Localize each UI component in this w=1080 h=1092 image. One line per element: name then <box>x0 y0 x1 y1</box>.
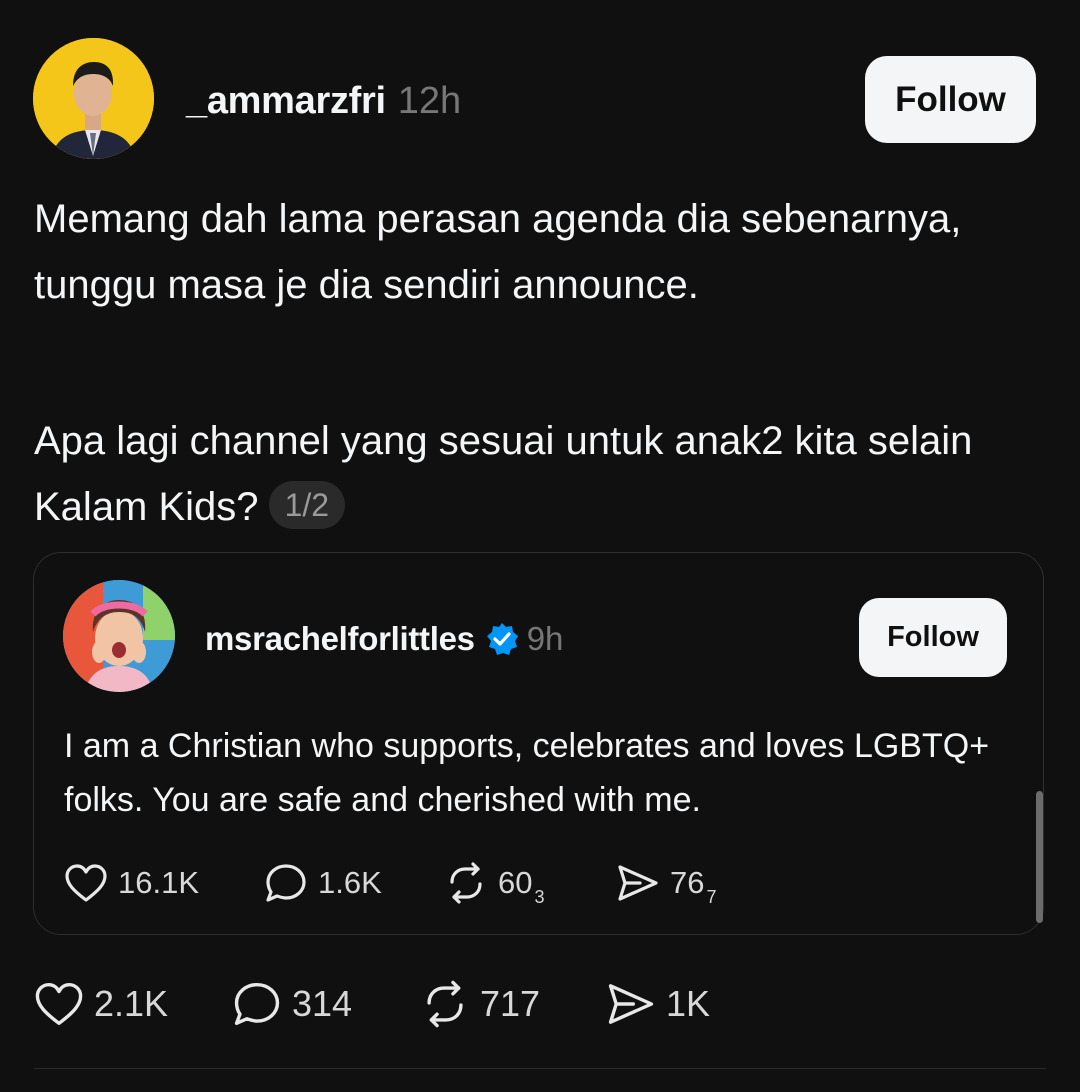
comment-icon <box>234 982 280 1026</box>
share-count: 1K <box>666 983 711 1024</box>
reply-count: 314 <box>292 983 353 1024</box>
repost-button[interactable]: 717 <box>420 980 606 1028</box>
quoted-reply-count: 1.6K <box>318 865 382 900</box>
heart-icon <box>35 982 83 1026</box>
quoted-post-text: I am a Christian who supports, celebrate… <box>64 727 990 819</box>
quoted-author-username[interactable]: msrachelforlittles <box>205 620 475 658</box>
quoted-share-count-suffix: 7 <box>706 886 717 907</box>
author-username[interactable]: _ammarzfri <box>186 80 386 123</box>
quoted-follow-button[interactable]: Follow <box>859 598 1007 677</box>
author-row: _ammarzfri 12h <box>186 74 461 128</box>
quoted-share-button[interactable]: 76 7 <box>616 863 756 907</box>
follow-button[interactable]: Follow <box>865 56 1036 143</box>
quoted-share-count: 76 <box>670 865 705 900</box>
repost-icon <box>427 980 463 1028</box>
like-button[interactable]: 2.1K <box>34 981 232 1027</box>
avatar-portrait-icon <box>33 38 154 159</box>
author-avatar[interactable] <box>33 38 154 159</box>
quoted-like-count: 16.1K <box>118 865 200 900</box>
reply-button[interactable]: 314 <box>232 980 420 1028</box>
verified-badge-icon <box>486 623 518 655</box>
post-paragraph-2-text: Apa lagi channel yang sesuai untuk anak2… <box>34 419 973 529</box>
post-paragraph-2: Apa lagi channel yang sesuai untuk anak2… <box>34 408 1034 540</box>
like-count: 2.1K <box>94 983 169 1024</box>
comment-icon <box>266 864 306 902</box>
repost-count: 717 <box>480 983 541 1024</box>
quoted-post-timestamp: 9h <box>526 620 564 657</box>
post-timestamp: 12h <box>397 79 462 122</box>
quoted-repost-button[interactable]: 60 3 <box>444 862 616 907</box>
post-divider <box>34 1068 1046 1069</box>
post-action-bar: 2.1K 314 717 1K <box>34 978 746 1030</box>
avatar-portrait-icon <box>63 580 175 692</box>
quoted-repost-count: 60 <box>498 865 533 900</box>
quoted-reply-button[interactable]: 1.6K <box>264 862 444 904</box>
heart-icon <box>65 864 107 902</box>
post-paragraph-1: Memang dah lama perasan agenda dia seben… <box>34 197 962 307</box>
send-icon <box>608 984 654 1024</box>
quoted-author-avatar[interactable] <box>63 580 175 692</box>
repost-icon <box>450 862 482 904</box>
quoted-like-button[interactable]: 16.1K <box>64 863 264 903</box>
quoted-author-row: msrachelforlittles 9h <box>205 615 563 663</box>
send-icon <box>618 865 658 901</box>
thread-index-badge: 1/2 <box>268 481 346 529</box>
share-button[interactable]: 1K <box>606 981 746 1027</box>
quoted-action-bar: 16.1K 1.6K 60 3 76 7 <box>64 858 756 908</box>
quoted-post-card[interactable]: msrachelforlittles 9h Follow I am a Chri… <box>33 552 1044 935</box>
quoted-repost-count-suffix: 3 <box>534 886 545 907</box>
scrollbar[interactable] <box>1036 791 1043 923</box>
